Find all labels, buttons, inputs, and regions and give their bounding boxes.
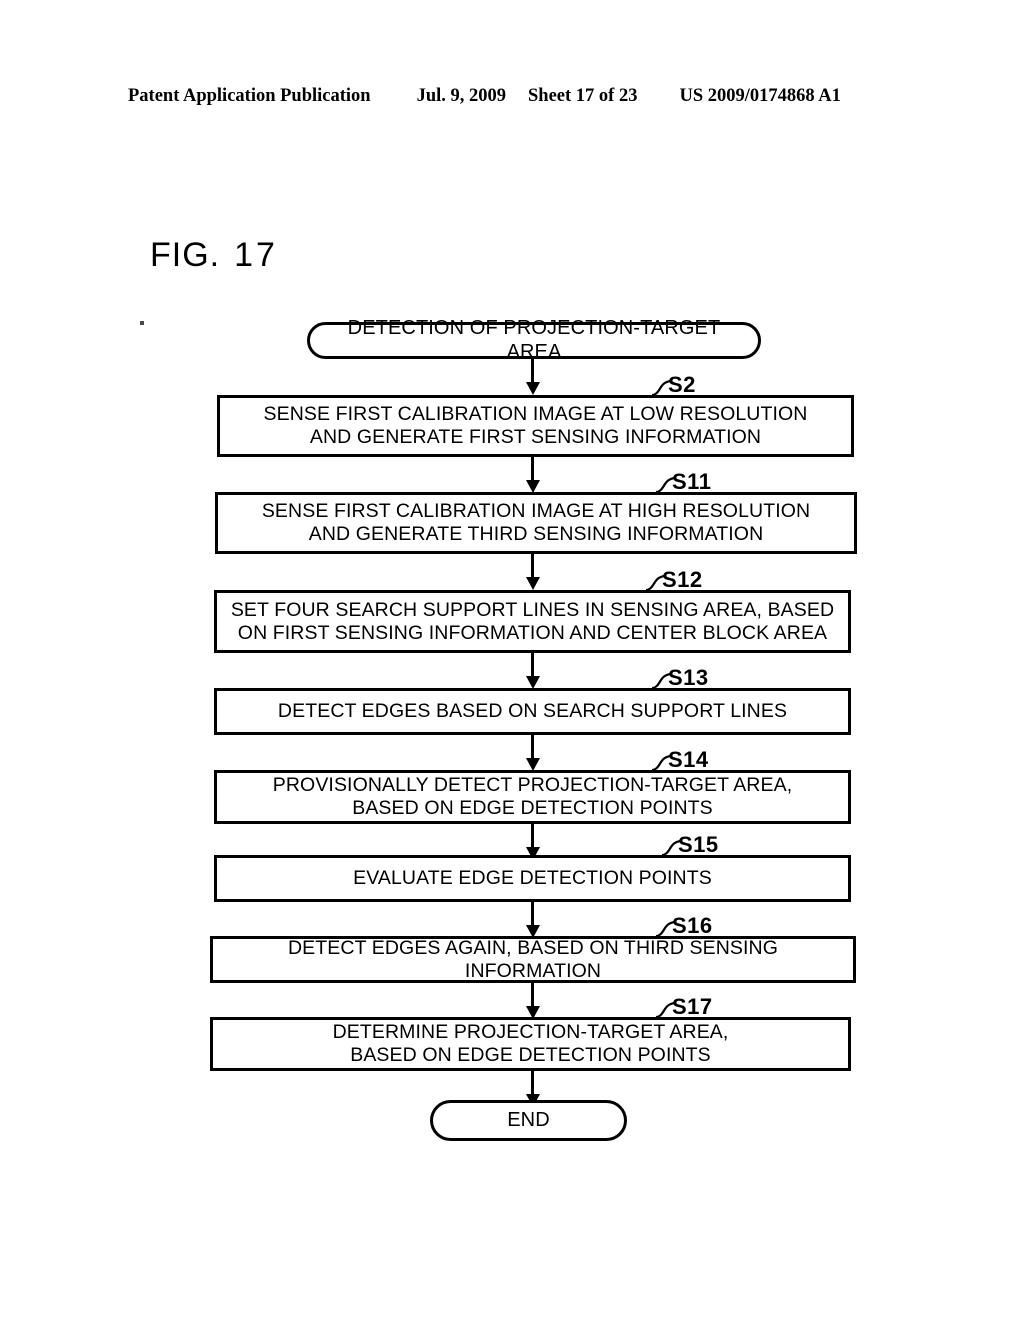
flowchart-step-s14-text: PROVISIONALLY DETECT PROJECTION-TARGET A… [272,774,793,819]
flowchart-step-s12: SET FOUR SEARCH SUPPORT LINES IN SENSING… [214,590,851,653]
step-id-s12: S12 [662,567,703,592]
flowchart-step-s2-text: SENSE FIRST CALIBRATION IMAGE AT LOW RES… [263,403,808,448]
flowchart: DETECTION OF PROJECTION-TARGET AREA SENS… [0,0,1024,1320]
flowchart-step-s12-text: SET FOUR SEARCH SUPPORT LINES IN SENSING… [230,598,835,644]
flowchart-step-s15-text: EVALUATE EDGE DETECTION POINTS [353,867,712,890]
arrowhead-s11-to-s12 [526,577,540,590]
flowchart-start-label: DETECTION OF PROJECTION-TARGET AREA [347,317,721,363]
flowchart-step-s2: SENSE FIRST CALIBRATION IMAGE AT LOW RES… [217,395,854,457]
step-id-s16: S16 [672,913,713,938]
step-id-s2: S2 [668,372,696,397]
flowchart-step-s16: DETECT EDGES AGAIN, BASED ON THIRD SENSI… [210,936,856,983]
patent-page: Patent Application Publication Jul. 9, 2… [0,0,1024,1320]
flowchart-step-s11-text: SENSE FIRST CALIBRATION IMAGE AT HIGH RE… [261,500,811,545]
flowchart-step-s11: SENSE FIRST CALIBRATION IMAGE AT HIGH RE… [215,492,857,554]
flowchart-end-terminator: END [430,1100,627,1141]
step-id-s13: S13 [668,665,709,690]
flowchart-step-s17: DETERMINE PROJECTION-TARGET AREA, BASED … [210,1017,851,1071]
flowchart-step-s13-text: DETECT EDGES BASED ON SEARCH SUPPORT LIN… [277,700,788,723]
step-id-s11: S11 [672,469,712,494]
flowchart-step-s17-text: DETERMINE PROJECTION-TARGET AREA, BASED … [332,1021,729,1066]
step-id-s14: S14 [668,747,709,772]
step-id-s15: S15 [678,832,719,857]
flowchart-end-label: END [507,1108,550,1131]
arrowhead-start-to-s2 [526,382,540,395]
step-id-s17: S17 [672,994,713,1019]
flowchart-step-s15: EVALUATE EDGE DETECTION POINTS [214,855,851,902]
flowchart-start-terminator: DETECTION OF PROJECTION-TARGET AREA [307,317,761,363]
flowchart-step-s16-text: DETECT EDGES AGAIN, BASED ON THIRD SENSI… [288,936,778,982]
flowchart-step-s13: DETECT EDGES BASED ON SEARCH SUPPORT LIN… [214,688,851,735]
flowchart-step-s14: PROVISIONALLY DETECT PROJECTION-TARGET A… [214,770,851,824]
